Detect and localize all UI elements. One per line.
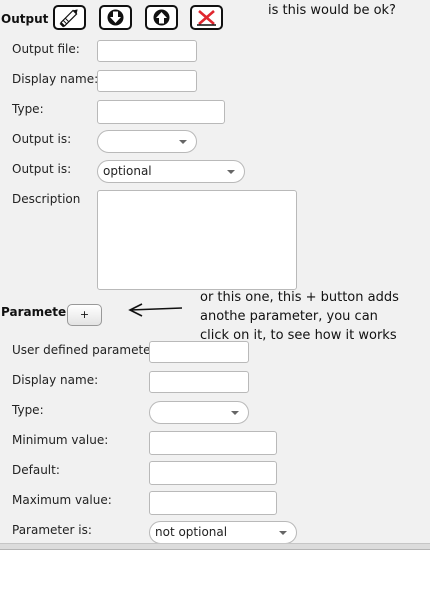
annotation-middle-line-1: or this one, this + button adds <box>200 290 399 305</box>
parameter-is-label: Parameter is: <box>12 523 92 537</box>
panel-divider[interactable] <box>0 544 430 550</box>
edit-button[interactable] <box>53 5 86 30</box>
add-parameter-button[interactable]: + <box>67 304 102 326</box>
output-section-title: Output <box>1 12 49 26</box>
user-defined-parameter-input[interactable] <box>149 341 249 363</box>
chevron-down-icon <box>279 531 287 535</box>
parameter-type-select[interactable] <box>149 401 249 424</box>
description-textarea[interactable] <box>97 190 297 290</box>
user-defined-parameter-label: User defined parameter <box>12 343 156 357</box>
parameter-display-name-input[interactable] <box>149 371 249 393</box>
output-display-name-label: Display name: <box>12 72 99 86</box>
output-is-select-2[interactable]: optional <box>97 160 245 183</box>
annotation-middle: or this one, this + button adds anothe p… <box>200 288 399 345</box>
output-is-select-2-value: optional <box>103 164 152 178</box>
arrow-left-icon <box>128 303 183 317</box>
output-file-input[interactable] <box>97 40 197 62</box>
annotation-top: is this would be ok? <box>268 3 396 18</box>
parameter-type-label: Type: <box>12 403 44 417</box>
chevron-down-icon <box>227 170 235 174</box>
maximum-value-input[interactable] <box>149 491 277 515</box>
arrow-down-icon <box>107 9 124 26</box>
move-up-button[interactable] <box>145 5 178 30</box>
chevron-down-icon <box>179 140 187 144</box>
output-type-label: Type: <box>12 102 44 116</box>
maximum-value-label: Maximum value: <box>12 493 112 507</box>
pencil-icon <box>59 9 78 28</box>
arrow-up-icon <box>153 9 170 26</box>
annotation-middle-line-2: anothe parameter, you can <box>200 309 378 324</box>
parameter-display-name-label: Display name: <box>12 373 99 387</box>
delete-button[interactable] <box>190 5 223 30</box>
output-display-name-input[interactable] <box>97 70 197 92</box>
output-is-select-1[interactable] <box>97 130 197 153</box>
bottom-panel <box>0 543 430 616</box>
default-label: Default: <box>12 463 60 477</box>
parameter-section-title: Parameter <box>1 305 73 319</box>
output-type-input[interactable] <box>97 100 225 124</box>
chevron-down-icon <box>231 411 239 415</box>
minimum-value-label: Minimum value: <box>12 433 109 447</box>
move-down-button[interactable] <box>99 5 132 30</box>
parameter-is-select[interactable]: not optional <box>149 521 297 544</box>
output-file-label: Output file: <box>12 42 80 56</box>
output-is-label-2: Output is: <box>12 162 72 176</box>
parameter-is-select-value: not optional <box>155 525 228 539</box>
minimum-value-input[interactable] <box>149 431 277 455</box>
delete-x-icon <box>197 10 216 26</box>
description-label: Description <box>12 192 81 206</box>
default-input[interactable] <box>149 461 277 485</box>
output-is-label-1: Output is: <box>12 132 72 146</box>
